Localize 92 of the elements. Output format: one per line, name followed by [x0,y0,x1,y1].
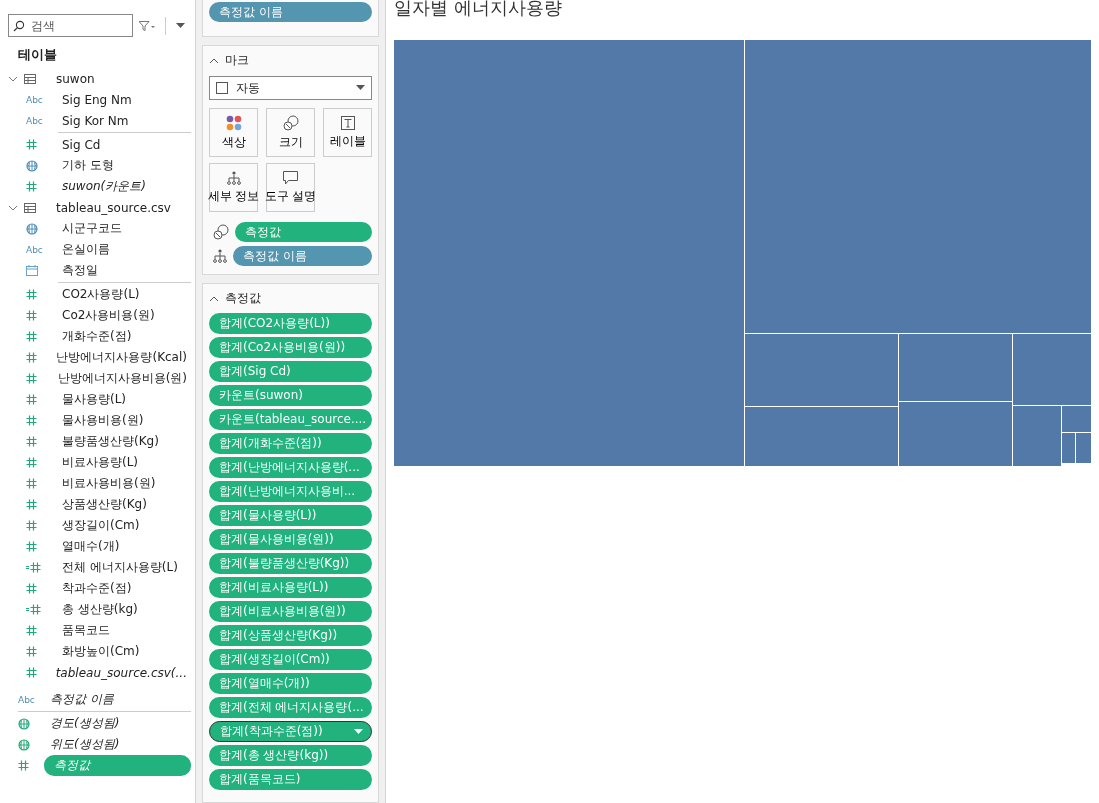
field-item[interactable]: 난방에너지사용량(Kcal) [52,348,191,367]
marks-button[interactable]: 색상 [209,108,258,157]
globe-icon [18,717,30,730]
field-item[interactable]: 난방에너지사용비용(원) [53,369,191,388]
field-item[interactable]: suwon(카운트) [58,177,150,196]
hash-icon [26,667,37,678]
section-heading: 테이블 [18,47,58,64]
hash-icon [26,541,37,552]
field-item[interactable]: 측정일 [58,261,102,280]
size-icon [282,115,299,131]
hash-icon [26,139,37,150]
hash-icon [26,373,37,384]
field-item[interactable]: 전체 에너지사용량(L) [58,558,182,577]
marks-button[interactable]: 도구 설명 [266,163,315,212]
field-item[interactable]: 물사용비용(원) [58,411,148,430]
marks-button[interactable]: 레이블 [323,108,372,157]
hash-icon [26,331,37,342]
text-type-icon: Abc [26,94,43,105]
search-icon [13,19,25,32]
search-input[interactable]: 검색 [29,17,123,34]
hash-icon [26,436,37,447]
field-item[interactable]: 위도(생성됨) [46,735,124,754]
text-type-icon: Abc [26,115,43,126]
filter-icon[interactable] [139,20,155,31]
hash-icon [26,289,37,300]
field-item[interactable]: 품목코드 [58,621,114,640]
table-icon [24,73,36,84]
field-item[interactable]: 열매수(개) [58,537,124,556]
globe-icon [18,738,30,751]
field-item[interactable]: 상품생산량(Kg) [58,495,151,514]
globe-icon [26,222,38,235]
hash-icon [26,625,37,636]
hash-icon [26,415,37,426]
field-item[interactable]: 온실이름 [58,240,114,259]
hash-icon [26,520,37,531]
calculated-hash-icon [26,604,41,615]
chevron-icon[interactable] [8,203,18,212]
field-item[interactable]: 비료사용비용(원) [58,474,160,493]
caret-icon [356,85,365,91]
hash-icon [26,181,37,192]
caret-icon[interactable] [176,22,185,29]
chevron-icon[interactable] [209,294,219,302]
field-item[interactable]: 기하 도형 [58,156,118,175]
card-title: 측정값 [225,289,261,307]
detail-icon [213,249,227,263]
field-item[interactable]: 시군구코드 [58,219,126,238]
table-icon [24,202,36,213]
field-item[interactable]: 개화수준(점) [58,327,136,346]
hash-icon [26,394,37,405]
field-item[interactable]: 생장길이(Cm) [58,516,144,535]
marks-button[interactable]: 세부 정보 [209,163,258,212]
view-title: 일자별 에너지사용량 [394,0,563,20]
hash-icon [26,499,37,510]
hash-icon [26,352,37,363]
field-item[interactable]: 화방높이(Cm) [58,642,144,661]
field-item[interactable]: 경도(생성됨) [46,714,124,733]
globe-icon [26,159,38,172]
card-title: 마크 [225,51,249,69]
field-item[interactable]: 측정값 이름 [46,690,118,709]
hash-icon [26,310,37,321]
search-field[interactable]: 검색 [8,14,133,37]
hash-icon [18,760,29,771]
chevron-icon[interactable] [209,56,219,64]
field-item[interactable]: 물사용량(L) [58,390,131,409]
field-item[interactable]: Sig Eng Nm [58,91,136,108]
chevron-icon[interactable] [8,74,18,83]
hash-icon [26,457,37,468]
mark-type-dropdown[interactable]: 자동 [209,76,372,100]
hash-icon [26,583,37,594]
hash-icon [26,478,37,489]
field-item[interactable]: 불량품생산량(Kg) [58,432,163,451]
text-label-icon [340,116,355,130]
hash-icon [26,646,37,657]
text-type-icon: Abc [18,694,35,705]
field-item[interactable]: 총 생산량(kg) [58,600,142,619]
speech-bubble-icon [283,171,298,185]
field-item[interactable]: Co2사용비용(원) [58,306,159,325]
calendar-icon [26,265,38,276]
calculated-hash-icon [26,562,41,573]
detail-icon [226,171,241,185]
field-item[interactable]: 착과수준(점) [58,579,136,598]
size-icon [213,224,229,240]
color-dots-icon [225,115,242,131]
field-item[interactable]: CO2사용량(L) [58,285,144,304]
text-type-icon: Abc [26,244,43,255]
field-item[interactable]: Sig Cd [58,136,105,153]
field-item[interactable]: 비료사용량(L) [58,453,143,472]
marks-button[interactable]: 크기 [266,108,315,157]
table-name[interactable]: suwon [56,71,95,86]
field-item[interactable]: tableau_source.csv(... [51,664,191,681]
table-name[interactable]: tableau_source.csv [56,200,171,215]
field-item[interactable]: Sig Kor Nm [58,112,133,129]
